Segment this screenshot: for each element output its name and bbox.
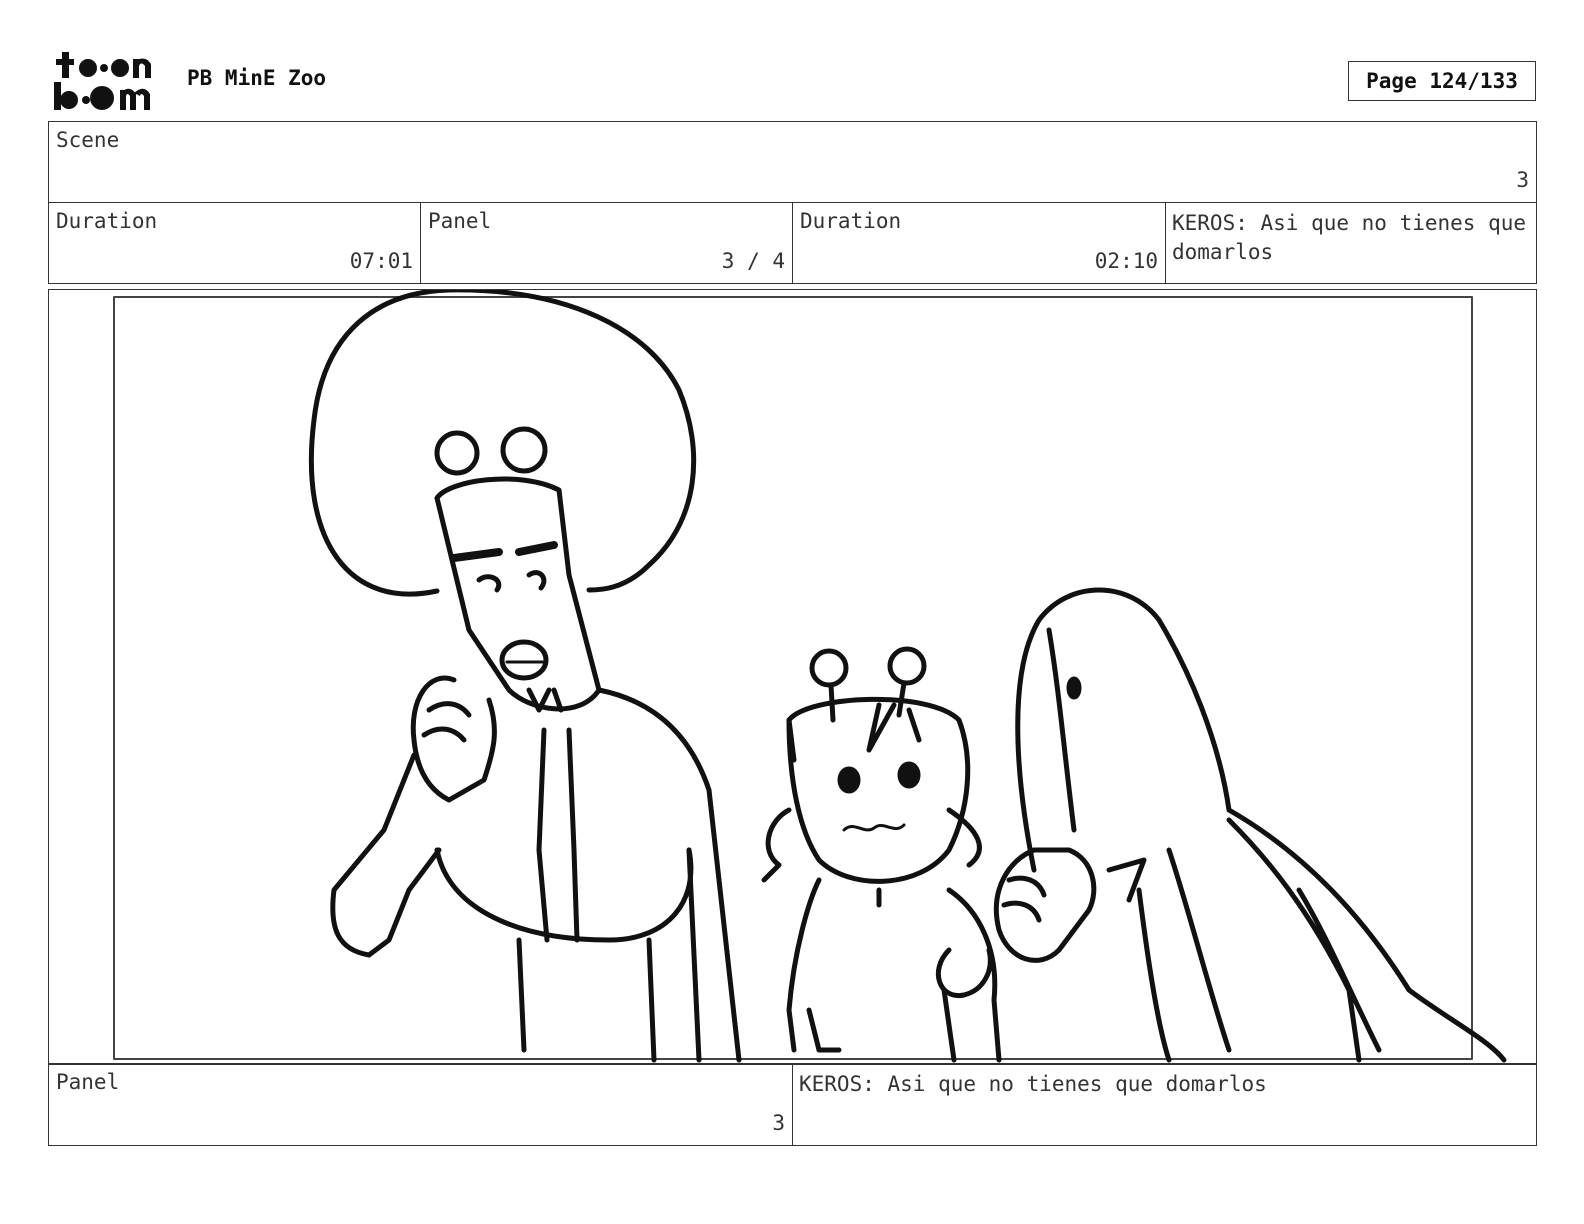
duration-total-value: 07:01 (349, 249, 413, 273)
character-left-eye-left (434, 430, 480, 476)
scene-field: Scene 3 (48, 121, 1537, 203)
footer-panel-field: Panel 3 (48, 1063, 793, 1146)
footer-panel-number: 3 (772, 1111, 785, 1135)
dialogue-field: KEROS: Asi que no tienes que domarlos (1165, 202, 1537, 284)
footer-dialogue-field: KEROS: Asi que no tienes que domarlos (792, 1063, 1537, 1146)
storyboard-sketch (113, 290, 1507, 1063)
character-left-eye-right (500, 426, 548, 474)
duration-total-field: Duration 07:01 (48, 202, 421, 284)
character-middle-body (786, 877, 1002, 1063)
duration-panel-label: Duration (800, 209, 902, 233)
character-middle-antenna-right-ball (887, 646, 927, 686)
scene-number: 3 (1516, 168, 1529, 192)
dialogue-text: KEROS: Asi que no tienes que domarlos (1172, 211, 1527, 264)
panel-label: Panel (428, 209, 492, 233)
character-middle-head (786, 696, 971, 884)
character-left-hand (410, 675, 497, 803)
character-left-face (434, 476, 602, 712)
footer-dialogue-text: KEROS: Asi que no tienes que domarlos (799, 1072, 1267, 1096)
character-left-body (596, 687, 742, 1063)
duration-total-label: Duration (56, 209, 158, 233)
project-title: PB MinE Zoo (187, 66, 327, 90)
duration-panel-value: 02:10 (1094, 249, 1158, 273)
character-middle-antenna-left-ball (809, 648, 849, 688)
duration-panel-field: Duration 02:10 (792, 202, 1166, 284)
scene-label: Scene (56, 128, 120, 152)
panel-field: Panel 3 / 4 (420, 202, 793, 284)
footer-panel-label: Panel (56, 1070, 120, 1094)
camera-frame (113, 296, 1473, 1060)
toon-boom-logo (54, 52, 151, 110)
page-indicator: Page 124/133 (1348, 61, 1536, 101)
panel-value: 3 / 4 (721, 249, 785, 273)
storyboard-panel-frame (48, 289, 1537, 1065)
